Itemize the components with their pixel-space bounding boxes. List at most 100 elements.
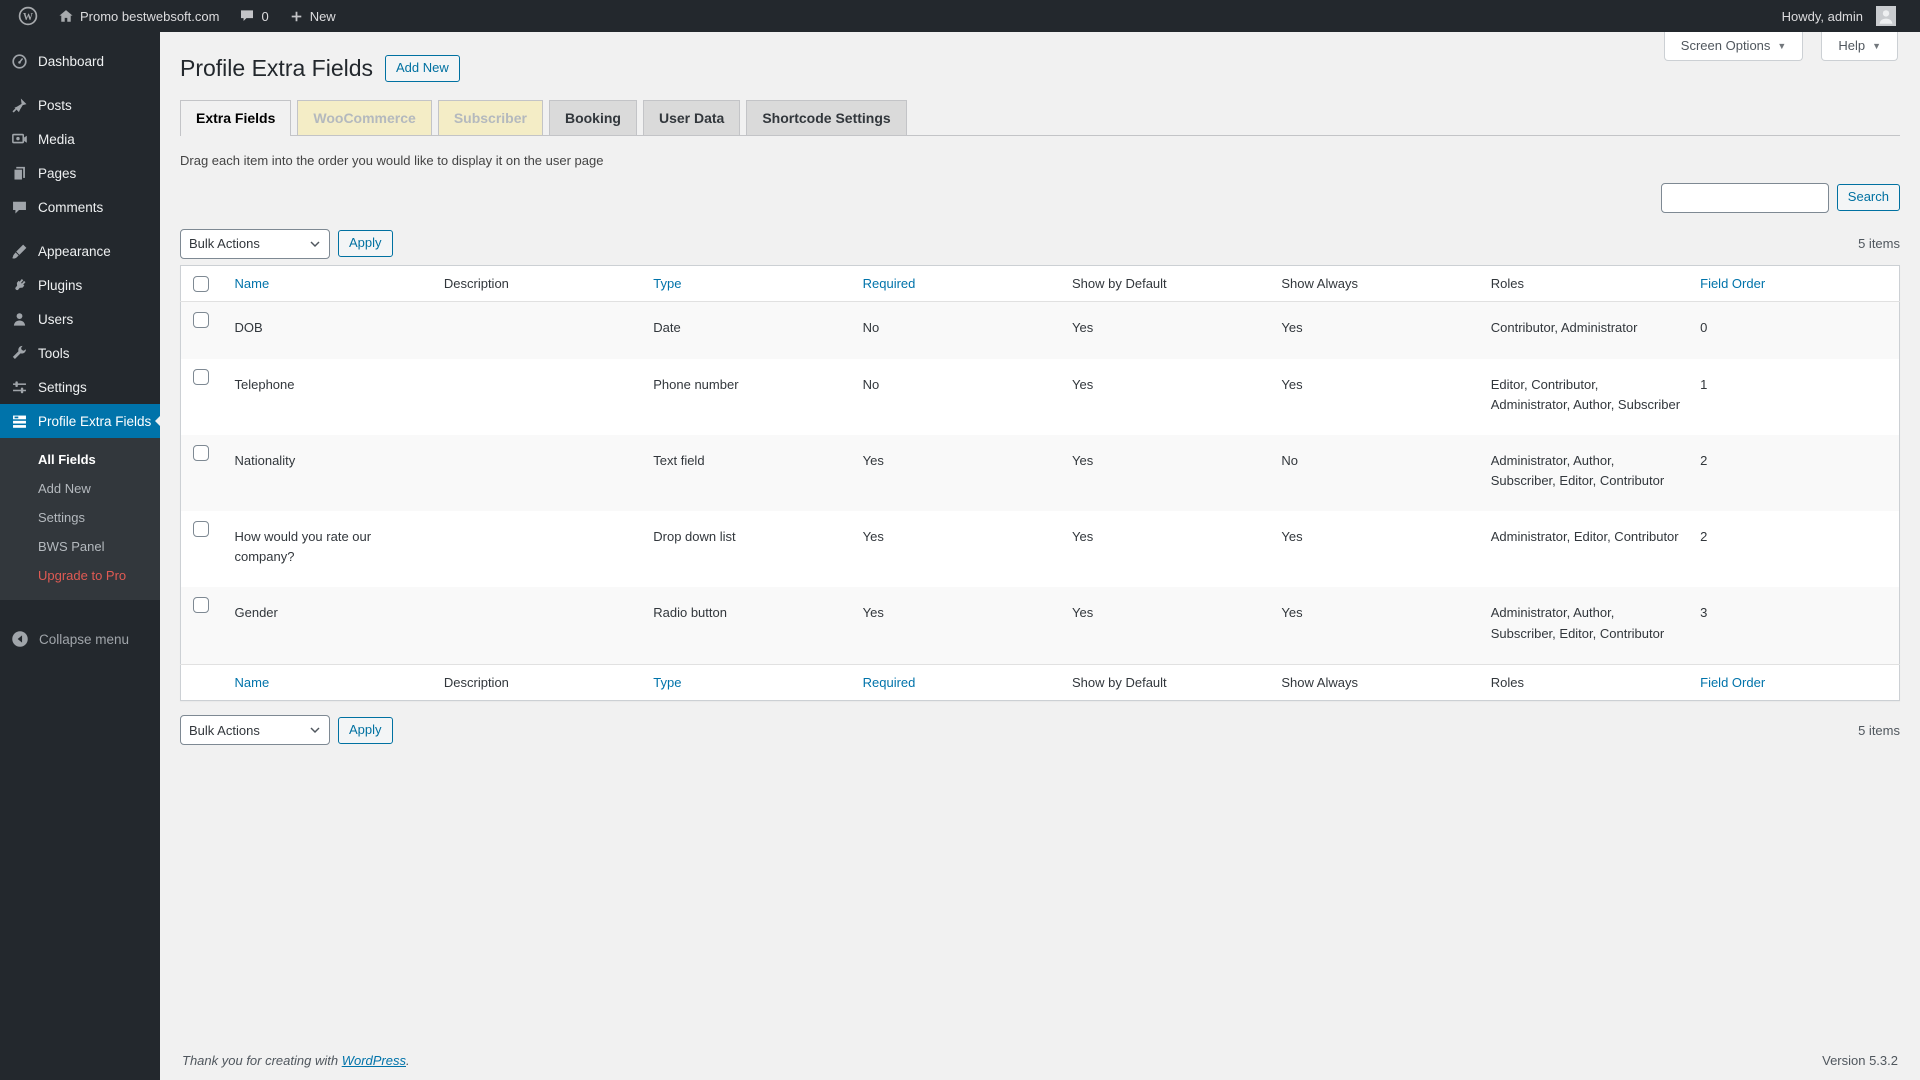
column-header-field-order[interactable]: Field Order	[1690, 664, 1899, 701]
tab-subscriber[interactable]: Subscriber	[438, 100, 543, 135]
cell-field-order: 2	[1690, 435, 1899, 511]
main-content: Screen Options ▼ Help ▼ Profile Extra Fi…	[160, 32, 1920, 1080]
new-content-menu[interactable]: New	[279, 0, 346, 32]
cell-show-by-default: Yes	[1062, 511, 1271, 587]
submenu-item-all-fields[interactable]: All Fields	[0, 445, 160, 474]
sidebar-item-plugins[interactable]: Plugins	[0, 268, 160, 302]
sidebar-item-profile-extra-fields[interactable]: Profile Extra Fields	[0, 404, 160, 438]
screen-options-button[interactable]: Screen Options ▼	[1664, 32, 1804, 61]
search-input[interactable]	[1661, 183, 1829, 213]
tab-shortcode-settings[interactable]: Shortcode Settings	[746, 100, 906, 135]
sidebar-item-comments[interactable]: Comments	[0, 190, 160, 224]
sidebar-item-appearance[interactable]: Appearance	[0, 234, 160, 268]
page-title: Profile Extra Fields	[180, 54, 373, 84]
chevron-down-icon: ▼	[1872, 41, 1881, 51]
submenu-item-settings[interactable]: Settings	[0, 503, 160, 532]
column-header-required[interactable]: Required	[853, 664, 1062, 701]
column-header-show-by-default: Show by Default	[1062, 265, 1271, 302]
column-header-required[interactable]: Required	[853, 265, 1062, 302]
bulk-actions-select-bottom[interactable]: Bulk Actions	[180, 715, 330, 745]
column-header-show-by-default: Show by Default	[1062, 664, 1271, 701]
cell-name: How would you rate our company?	[225, 511, 434, 587]
fields-table-body: DOBDateNoYesYesContributor, Administrato…	[181, 302, 1900, 664]
sidebar-item-dashboard[interactable]: Dashboard	[0, 44, 160, 78]
collapse-menu-label: Collapse menu	[39, 632, 129, 647]
sidebar-item-label: Users	[38, 312, 73, 327]
bulk-actions-select[interactable]: Bulk Actions	[180, 229, 330, 259]
column-header-description: Description	[434, 265, 643, 302]
column-header-show-always: Show Always	[1271, 664, 1480, 701]
comments-bubble[interactable]: 0	[229, 0, 278, 32]
cell-type: Drop down list	[643, 511, 852, 587]
posts-icon	[9, 97, 29, 114]
search-button[interactable]: Search	[1837, 184, 1900, 211]
cell-description	[434, 587, 643, 664]
row-checkbox[interactable]	[193, 312, 209, 328]
cell-description	[434, 359, 643, 435]
apply-button-bottom[interactable]: Apply	[338, 717, 393, 744]
cell-show-always: Yes	[1271, 511, 1480, 587]
sidebar-item-media[interactable]: Media	[0, 122, 160, 156]
row-checkbox[interactable]	[193, 521, 209, 537]
table-row-how-would-you-rate-our-company: How would you rate our company? Drop down…	[181, 511, 1900, 587]
collapse-arrow-icon	[10, 630, 30, 648]
cell-show-by-default: Yes	[1062, 435, 1271, 511]
media-icon	[9, 131, 29, 148]
column-header-type[interactable]: Type	[643, 265, 852, 302]
column-header-type[interactable]: Type	[643, 664, 852, 701]
sidebar-item-posts[interactable]: Posts	[0, 88, 160, 122]
row-checkbox[interactable]	[193, 597, 209, 613]
cell-show-by-default: Yes	[1062, 359, 1271, 435]
row-checkbox-cell	[181, 359, 225, 435]
cell-description	[434, 302, 643, 359]
sidebar-item-pages[interactable]: Pages	[0, 156, 160, 190]
comment-bubble-icon	[239, 8, 255, 24]
sidebar-item-settings[interactable]: Settings	[0, 370, 160, 404]
collapse-menu-button[interactable]: Collapse menu	[0, 622, 160, 656]
cell-required: Yes	[853, 587, 1062, 664]
sidebar-item-label: Dashboard	[38, 54, 104, 69]
my-account-menu[interactable]: Howdy, admin	[1772, 0, 1906, 32]
add-new-button[interactable]: Add New	[385, 55, 460, 82]
cell-name: Gender	[225, 587, 434, 664]
cell-type: Phone number	[643, 359, 852, 435]
row-checkbox[interactable]	[193, 369, 209, 385]
cell-field-order: 0	[1690, 302, 1899, 359]
apply-button-top[interactable]: Apply	[338, 230, 393, 257]
tab-woocommerce[interactable]: WooCommerce	[297, 100, 431, 135]
column-header-name[interactable]: Name	[225, 265, 434, 302]
tab-user-data[interactable]: User Data	[643, 100, 740, 135]
svg-text:W: W	[23, 12, 33, 23]
help-button[interactable]: Help ▼	[1821, 32, 1898, 61]
submenu-item-upgrade-to-pro[interactable]: Upgrade to Pro	[0, 561, 160, 590]
fields-table-foot: NameDescriptionTypeRequiredShow by Defau…	[181, 664, 1900, 701]
cell-roles: Editor, Contributor, Administrator, Auth…	[1481, 359, 1690, 435]
wordpress-logo-icon: W	[18, 6, 38, 26]
submenu-item-add-new[interactable]: Add New	[0, 474, 160, 503]
screen-options-label: Screen Options	[1681, 38, 1771, 53]
bulk-actions-select-wrap-bottom: Bulk Actions	[180, 715, 330, 745]
column-header-name[interactable]: Name	[225, 664, 434, 701]
select-all-checkbox[interactable]	[193, 276, 209, 292]
sidebar-item-users[interactable]: Users	[0, 302, 160, 336]
avatar	[1876, 6, 1896, 26]
wordpress-link[interactable]: WordPress	[342, 1053, 406, 1068]
table-row-nationality: NationalityText fieldYesYesNoAdministrat…	[181, 435, 1900, 511]
sidebar-item-tools[interactable]: Tools	[0, 336, 160, 370]
cell-required: Yes	[853, 511, 1062, 587]
tab-extra-fields[interactable]: Extra Fields	[180, 100, 291, 136]
cell-name: Nationality	[225, 435, 434, 511]
column-header-description: Description	[434, 664, 643, 701]
site-name-link[interactable]: Promo bestwebsoft.com	[48, 0, 229, 32]
cell-type: Text field	[643, 435, 852, 511]
cell-show-always: Yes	[1271, 359, 1480, 435]
sidebar-menu: Dashboard PostsMediaPagesComments Appearan…	[0, 32, 160, 438]
wordpress-logo-menu[interactable]: W	[8, 0, 48, 32]
column-header-field-order[interactable]: Field Order	[1690, 265, 1899, 302]
tools-icon	[9, 345, 29, 362]
cell-name: Telephone	[225, 359, 434, 435]
row-checkbox[interactable]	[193, 445, 209, 461]
tab-booking[interactable]: Booking	[549, 100, 637, 135]
sidebar-submenu: All FieldsAdd NewSettingsBWS PanelUpgrad…	[0, 438, 160, 600]
submenu-item-bws-panel[interactable]: BWS Panel	[0, 532, 160, 561]
